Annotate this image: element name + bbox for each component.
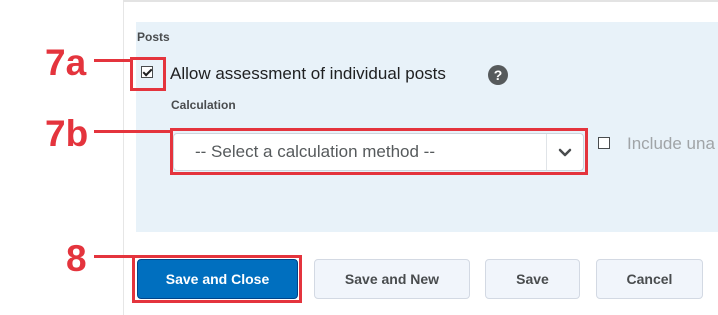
callout-7b: 7b xyxy=(45,113,89,154)
cancel-button[interactable]: Cancel xyxy=(596,259,703,299)
posts-section-title: Posts xyxy=(137,30,170,44)
save-and-new-button[interactable]: Save and New xyxy=(314,259,470,299)
calculation-label: Calculation xyxy=(171,98,236,112)
question-circle-icon[interactable]: ? xyxy=(488,65,508,85)
posts-panel xyxy=(136,22,718,232)
include-checkbox[interactable] xyxy=(598,137,610,149)
allow-assessment-label: Allow assessment of individual posts xyxy=(170,64,446,83)
callout-7a: 7a xyxy=(45,42,87,83)
callout-7a-highlight xyxy=(130,57,166,91)
callout-8-highlight xyxy=(132,255,302,303)
callout-7b-line xyxy=(94,130,172,133)
callout-7a-line xyxy=(94,59,130,62)
callout-8-line xyxy=(94,255,134,258)
top-divider xyxy=(123,0,718,2)
include-label: Include una xyxy=(627,134,715,153)
callout-7b-highlight xyxy=(170,128,588,175)
save-button[interactable]: Save xyxy=(485,259,580,299)
callout-8: 8 xyxy=(66,238,87,279)
content-left-rule xyxy=(123,0,124,315)
